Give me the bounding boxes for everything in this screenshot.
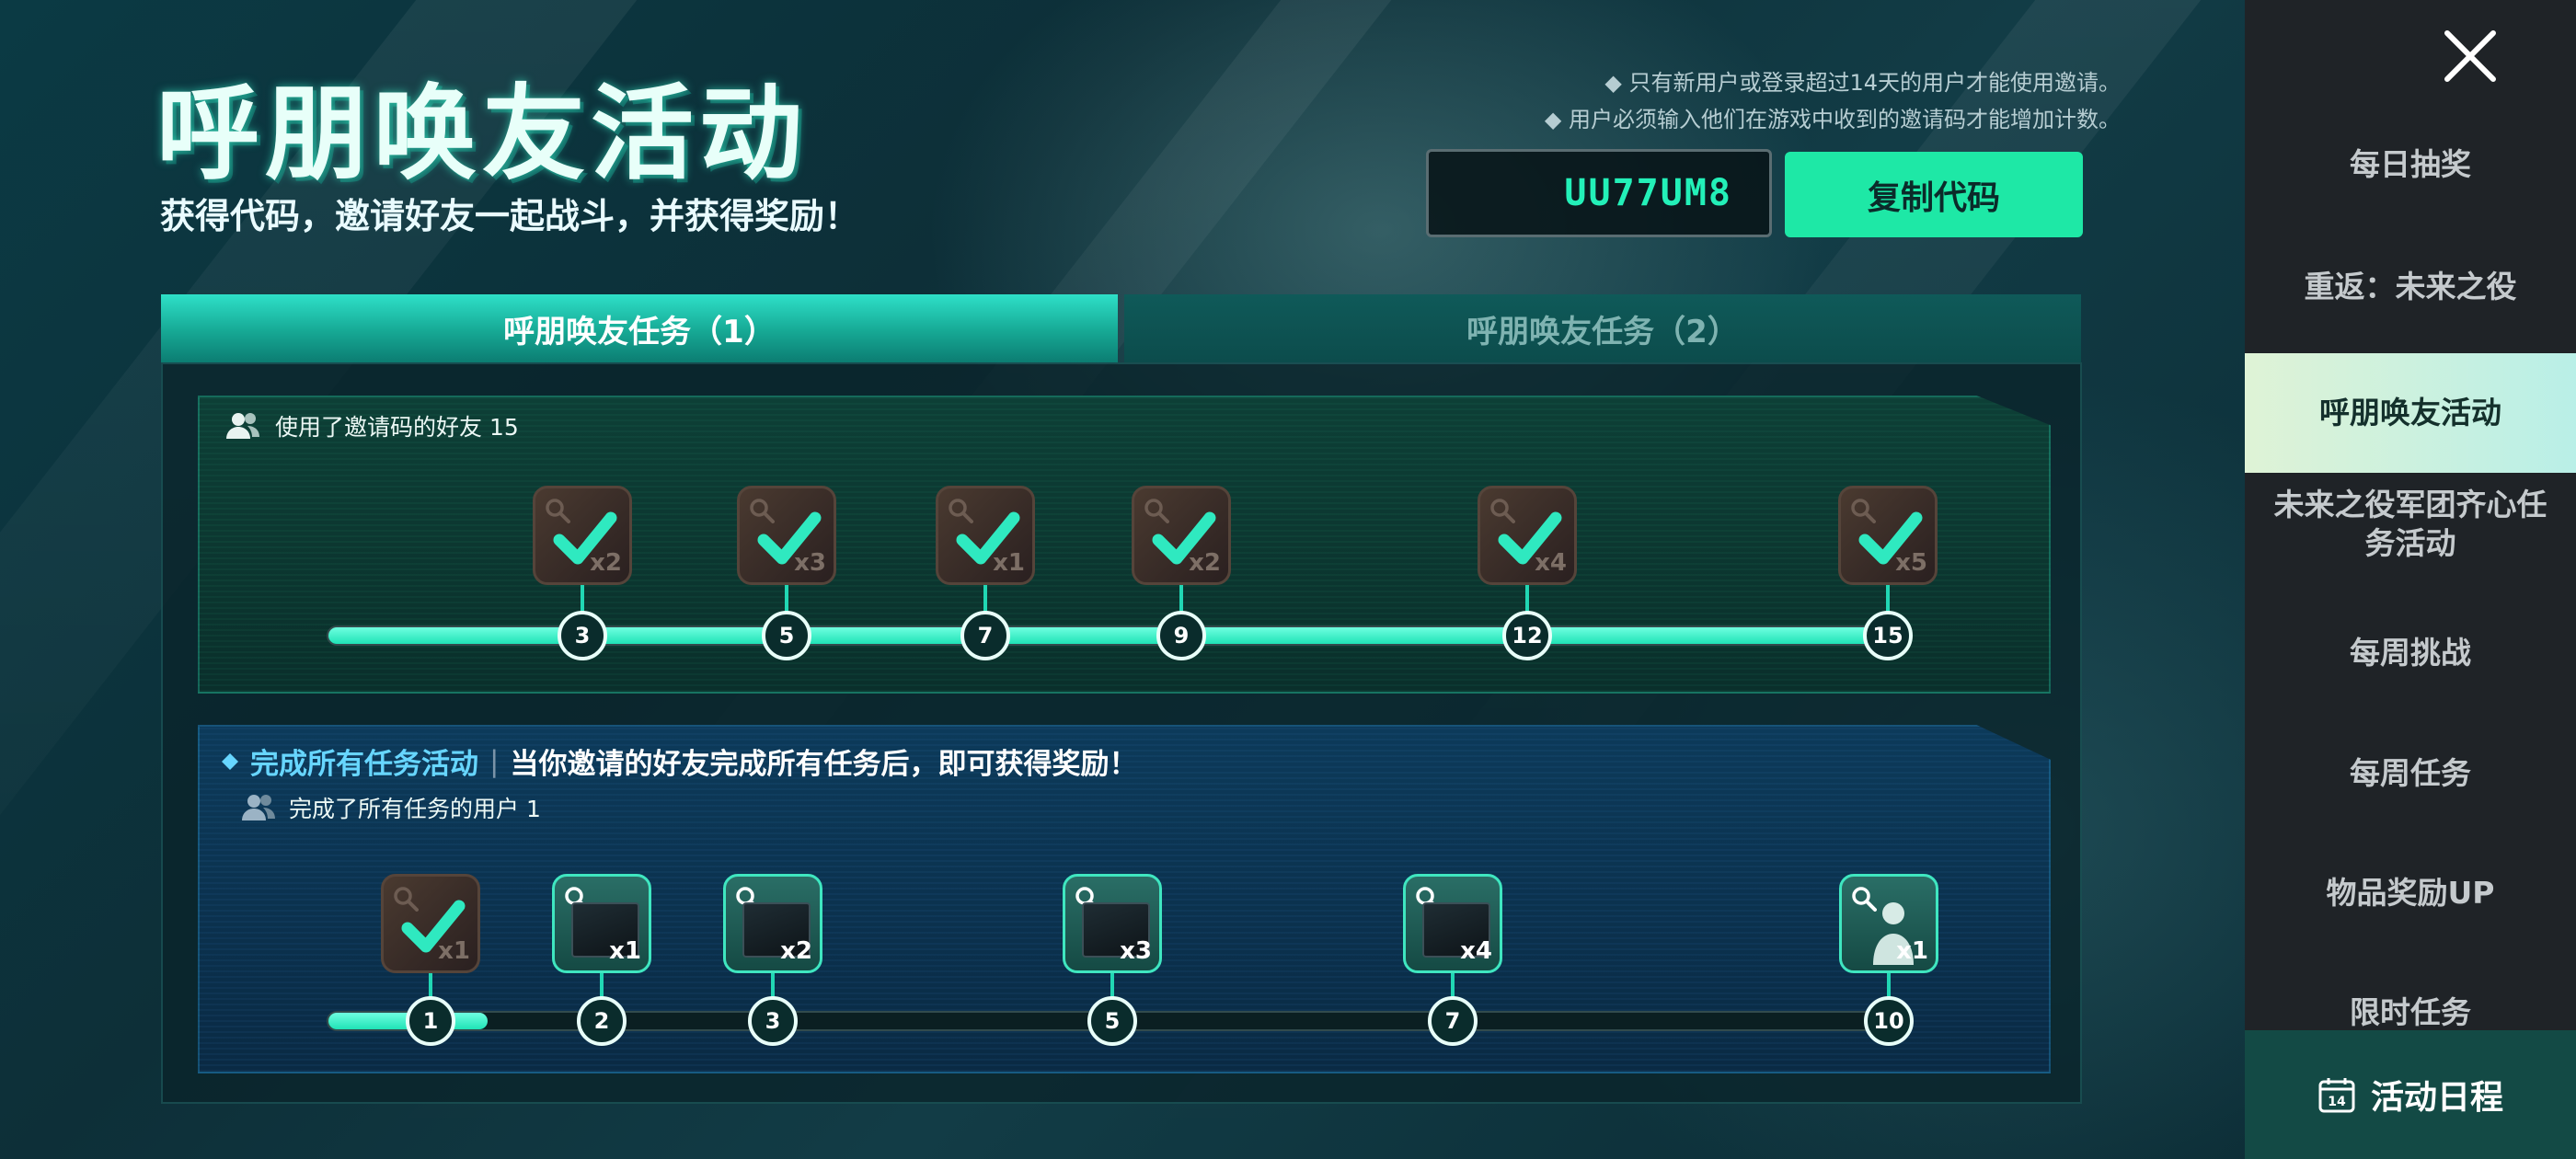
- copy-code-button[interactable]: 复制代码: [1785, 152, 2083, 237]
- reward-quantity: x1: [438, 937, 470, 965]
- completion-reward-1[interactable]: x1: [381, 874, 480, 973]
- friends-reward-6[interactable]: x5: [1838, 486, 1938, 585]
- reward-quantity: x2: [590, 549, 622, 577]
- reward-quantity: x4: [1535, 549, 1567, 577]
- sidebar-item-2[interactable]: 重返：未来之役: [2245, 268, 2576, 306]
- complete-all-tasks-header: 完成所有任务活动 | 当你邀请的好友完成所有任务后，即可获得奖励！: [221, 740, 1137, 782]
- sidebar-item-8[interactable]: 限时任务: [2245, 993, 2576, 1032]
- reward-quantity: x1: [993, 549, 1025, 577]
- tab-invite-task-1[interactable]: 呼朋唤友任务（1）: [161, 294, 1118, 362]
- completion-milestone-node: 5: [1087, 996, 1137, 1046]
- completed-users-label: 完成了所有任务的用户 1: [289, 796, 541, 822]
- friends-milestone-node: 15: [1863, 611, 1913, 660]
- calendar-icon-day: 14: [2328, 1095, 2346, 1109]
- friends-reward-1[interactable]: x2: [533, 486, 632, 585]
- sidebar-item-7[interactable]: 物品奖励UP: [2245, 874, 2576, 912]
- invite-code-display: UU77UM8: [1426, 149, 1772, 237]
- sidebar-item-5[interactable]: 每周挑战: [2245, 634, 2576, 672]
- completion-milestone-node: 1: [406, 996, 455, 1046]
- completion-milestone-node: 3: [748, 996, 798, 1046]
- tab-invite-task-2[interactable]: 呼朋唤友任务（2）: [1124, 294, 2081, 362]
- friends-milestone-node: 7: [960, 611, 1010, 660]
- completion-milestone-node: 2: [577, 996, 627, 1046]
- friends-milestone-node: 3: [558, 611, 607, 660]
- friends-used-code-label: 使用了邀请码的好友 15: [275, 414, 519, 441]
- reward-quantity: x4: [1460, 937, 1492, 965]
- reward-quantity: x2: [1189, 549, 1221, 577]
- sidebar-item-4[interactable]: 未来之役军团齐心任务活动: [2245, 486, 2576, 563]
- completion-reward-2[interactable]: x1: [552, 874, 651, 973]
- header-separator: |: [489, 744, 500, 778]
- friends-milestone-node: 12: [1502, 611, 1552, 660]
- completion-reward-3[interactable]: x2: [723, 874, 822, 973]
- event-schedule-button[interactable]: 14 活动日程: [2245, 1030, 2576, 1159]
- users-icon: [226, 413, 259, 439]
- friends-milestone-node: 9: [1156, 611, 1206, 660]
- friends-reward-4[interactable]: x2: [1132, 486, 1231, 585]
- page-subtitle: 获得代码，邀请好友一起战斗，并获得奖励！: [160, 196, 860, 236]
- completion-reward-6[interactable]: x1: [1839, 874, 1938, 973]
- reward-quantity: x5: [1895, 549, 1927, 577]
- sidebar-item-6[interactable]: 每周任务: [2245, 754, 2576, 793]
- reward-quantity: x1: [1896, 937, 1928, 965]
- diamond-bullet-icon: [222, 752, 238, 770]
- completion-reward-5[interactable]: x4: [1403, 874, 1502, 973]
- completed-users-header: 完成了所有任务的用户 1: [241, 791, 541, 824]
- completion-reward-4[interactable]: x3: [1063, 874, 1162, 973]
- close-icon[interactable]: [2440, 26, 2501, 86]
- rules-notes: ◆ 只有新用户或登录超过14天的用户才能使用邀请。 ◆ 用户必须输入他们在游戏中…: [1545, 64, 2121, 138]
- friends-reward-5[interactable]: x4: [1478, 486, 1577, 585]
- reward-quantity: x3: [1120, 937, 1152, 965]
- sidebar-item-1[interactable]: 每日抽奖: [2245, 145, 2576, 184]
- reward-quantity: x1: [609, 937, 641, 965]
- calendar-icon: 14: [2318, 1078, 2355, 1113]
- reward-quantity: x3: [794, 549, 826, 577]
- reward-quantity: x2: [780, 937, 812, 965]
- sidebar-item-3[interactable]: 呼朋唤友活动: [2245, 353, 2576, 473]
- friends-reward-2[interactable]: x3: [737, 486, 836, 585]
- users-icon: [242, 795, 275, 820]
- friends-reward-3[interactable]: x1: [936, 486, 1035, 585]
- friends-milestone-node: 5: [762, 611, 811, 660]
- completion-milestone-node: 7: [1428, 996, 1478, 1046]
- rule-note: ◆ 只有新用户或登录超过14天的用户才能使用邀请。: [1604, 70, 2121, 96]
- page-title: 呼朋唤友活动: [156, 75, 808, 194]
- completion-milestone-node: 10: [1864, 996, 1914, 1046]
- complete-all-tasks-description: 当你邀请的好友完成所有任务后，即可获得奖励！: [510, 748, 1138, 781]
- event-schedule-label: 活动日程: [2370, 1079, 2503, 1117]
- rule-note: ◆ 用户必须输入他们在游戏中收到的邀请码才能增加计数。: [1544, 107, 2121, 132]
- complete-all-tasks-title: 完成所有任务活动: [250, 748, 478, 781]
- friends-used-code-header: 使用了邀请码的好友 15: [225, 409, 519, 442]
